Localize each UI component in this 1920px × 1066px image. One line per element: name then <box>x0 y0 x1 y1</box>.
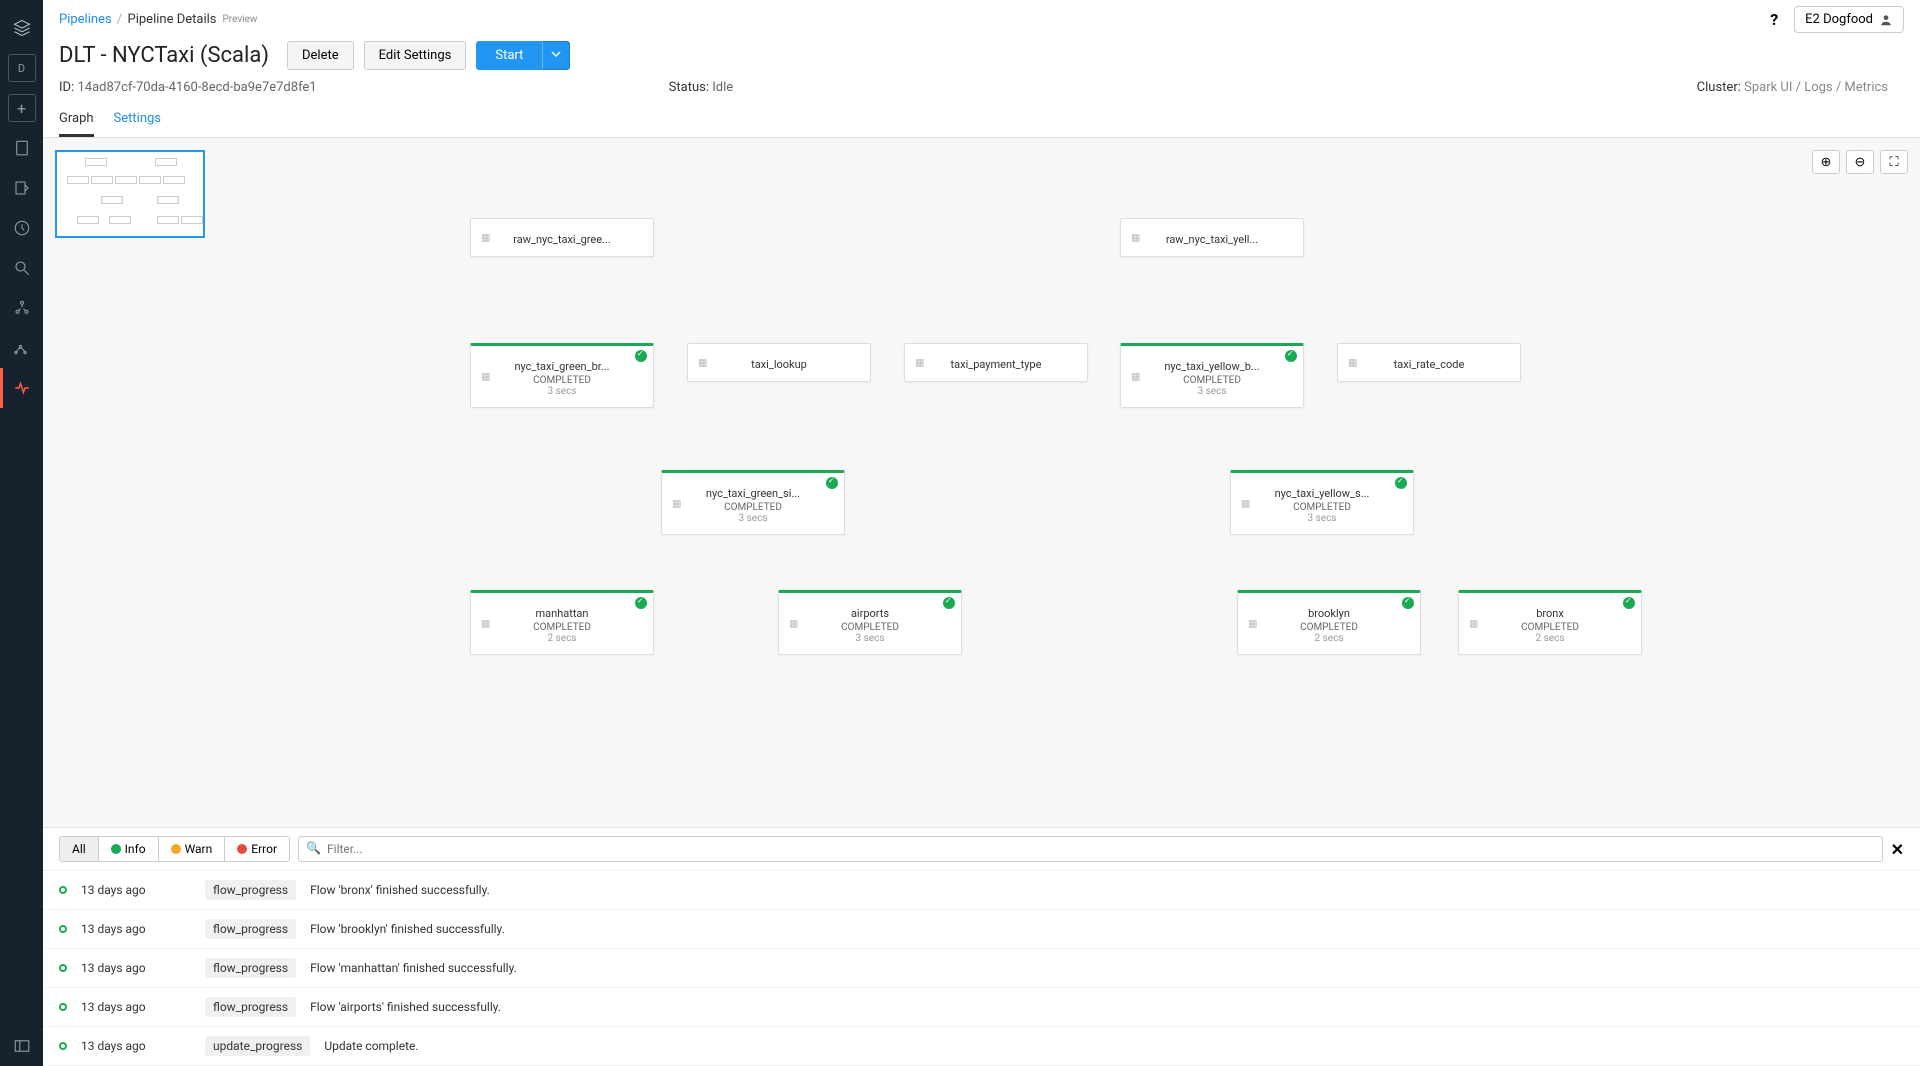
log-tag: flow_progress <box>205 958 296 978</box>
graph-node[interactable]: ▦nyc_taxi_green_si...COMPLETED3 secs <box>661 470 845 535</box>
log-message: Flow 'manhattan' finished successfully. <box>310 961 1904 975</box>
preview-badge: Preview <box>222 14 257 25</box>
log-message: Flow 'airports' finished successfully. <box>310 1000 1904 1014</box>
search-icon: 🔍 <box>306 841 321 855</box>
breadcrumb: Pipelines / Pipeline Details <box>59 12 216 27</box>
graph-node[interactable]: ▦taxi_lookup <box>687 343 871 382</box>
sidebar-item-jobs[interactable] <box>0 328 43 368</box>
tab-graph[interactable]: Graph <box>59 103 94 137</box>
user-menu[interactable]: E2 Dogfood <box>1794 6 1904 33</box>
graph-node[interactable]: ▦bronxCOMPLETED2 secs <box>1458 590 1642 655</box>
status-icon <box>59 1003 67 1011</box>
filter-info[interactable]: Info <box>99 837 159 861</box>
status-label: Status: <box>669 80 709 95</box>
log-time: 13 days ago <box>81 1000 191 1014</box>
app-logo[interactable] <box>10 16 34 40</box>
log-filter-input[interactable] <box>298 836 1883 862</box>
sidebar-item-recents[interactable] <box>0 208 43 248</box>
sidebar-item-compute[interactable] <box>0 288 43 328</box>
cluster-links[interactable]: Spark UI / Logs / Metrics <box>1744 80 1888 95</box>
graph-node[interactable]: ▦brooklynCOMPLETED2 secs <box>1237 590 1421 655</box>
close-logs-button[interactable]: ✕ <box>1891 840 1904 859</box>
log-message: Update complete. <box>324 1039 1904 1053</box>
graph-canvas-area[interactable]: ⊕ ⊖ ⛶ ▦raw_nyc_taxi_gree...▦raw_nyc_taxi… <box>43 138 1920 828</box>
edit-settings-button[interactable]: Edit Settings <box>364 41 467 70</box>
log-row[interactable]: 13 days ago flow_progress Flow 'bronx' fin… <box>43 871 1920 910</box>
log-row[interactable]: 13 days ago update_progress Update complet… <box>43 1027 1920 1066</box>
log-tag: update_progress <box>205 1036 310 1056</box>
chevron-down-icon <box>551 49 561 59</box>
log-time: 13 days ago <box>81 883 191 897</box>
id-label: ID: <box>59 80 74 95</box>
tab-settings[interactable]: Settings <box>114 103 161 137</box>
breadcrumb-current: Pipeline Details <box>128 12 217 27</box>
graph-node[interactable]: ▦manhattanCOMPLETED2 secs <box>470 590 654 655</box>
log-tag: flow_progress <box>205 919 296 939</box>
start-button[interactable]: Start <box>476 41 542 70</box>
filter-warn[interactable]: Warn <box>159 837 226 861</box>
log-time: 13 days ago <box>81 961 191 975</box>
status-value: Idle <box>712 80 733 95</box>
log-message: Flow 'brooklyn' finished successfully. <box>310 922 1904 936</box>
status-icon <box>59 964 67 972</box>
sidebar-item-pipelines[interactable] <box>0 368 43 408</box>
breadcrumb-root[interactable]: Pipelines <box>59 12 112 27</box>
status-icon <box>59 925 67 933</box>
cluster-label: Cluster: <box>1697 80 1741 95</box>
id-value: 14ad87cf-70da-4160-8ecd-ba9e7e7d8fe1 <box>77 80 316 95</box>
help-icon[interactable]: ? <box>1770 10 1778 29</box>
log-row[interactable]: 13 days ago flow_progress Flow 'manhattan'… <box>43 949 1920 988</box>
sidebar-item-panel[interactable] <box>0 1026 43 1066</box>
graph-node[interactable]: ▦taxi_rate_code <box>1337 343 1521 382</box>
log-time: 13 days ago <box>81 922 191 936</box>
left-sidebar: D + <box>0 0 43 1066</box>
graph-node[interactable]: ▦airportsCOMPLETED3 secs <box>778 590 962 655</box>
graph-node[interactable]: ▦nyc_taxi_green_br...COMPLETED3 secs <box>470 343 654 408</box>
status-icon <box>59 886 67 894</box>
log-row[interactable]: 13 days ago flow_progress Flow 'brooklyn' … <box>43 910 1920 949</box>
log-message: Flow 'bronx' finished successfully. <box>310 883 1904 897</box>
sidebar-item-d[interactable]: D <box>8 54 36 82</box>
sidebar-item-search[interactable] <box>0 248 43 288</box>
filter-all[interactable]: All <box>60 837 99 861</box>
page-title: DLT - NYCTaxi (Scala) <box>59 43 269 68</box>
status-icon <box>59 1042 67 1050</box>
graph-node[interactable]: ▦raw_nyc_taxi_gree... <box>470 218 654 257</box>
log-tag: flow_progress <box>205 997 296 1017</box>
graph-node[interactable]: ▦nyc_taxi_yellow_b...COMPLETED3 secs <box>1120 343 1304 408</box>
graph-node[interactable]: ▦nyc_taxi_yellow_s...COMPLETED3 secs <box>1230 470 1414 535</box>
sidebar-item-create[interactable]: + <box>8 94 36 122</box>
graph-node[interactable]: ▦taxi_payment_type <box>904 343 1088 382</box>
filter-error[interactable]: Error <box>225 837 289 861</box>
sidebar-item-notebook[interactable] <box>0 128 43 168</box>
sidebar-item-repo[interactable] <box>0 168 43 208</box>
start-dropdown[interactable] <box>542 41 570 70</box>
user-icon <box>1879 13 1893 27</box>
log-time: 13 days ago <box>81 1039 191 1053</box>
graph-node[interactable]: ▦raw_nyc_taxi_yell... <box>1120 218 1304 257</box>
delete-button[interactable]: Delete <box>287 41 354 70</box>
log-tag: flow_progress <box>205 880 296 900</box>
log-row[interactable]: 13 days ago flow_progress Flow 'airports' … <box>43 988 1920 1027</box>
